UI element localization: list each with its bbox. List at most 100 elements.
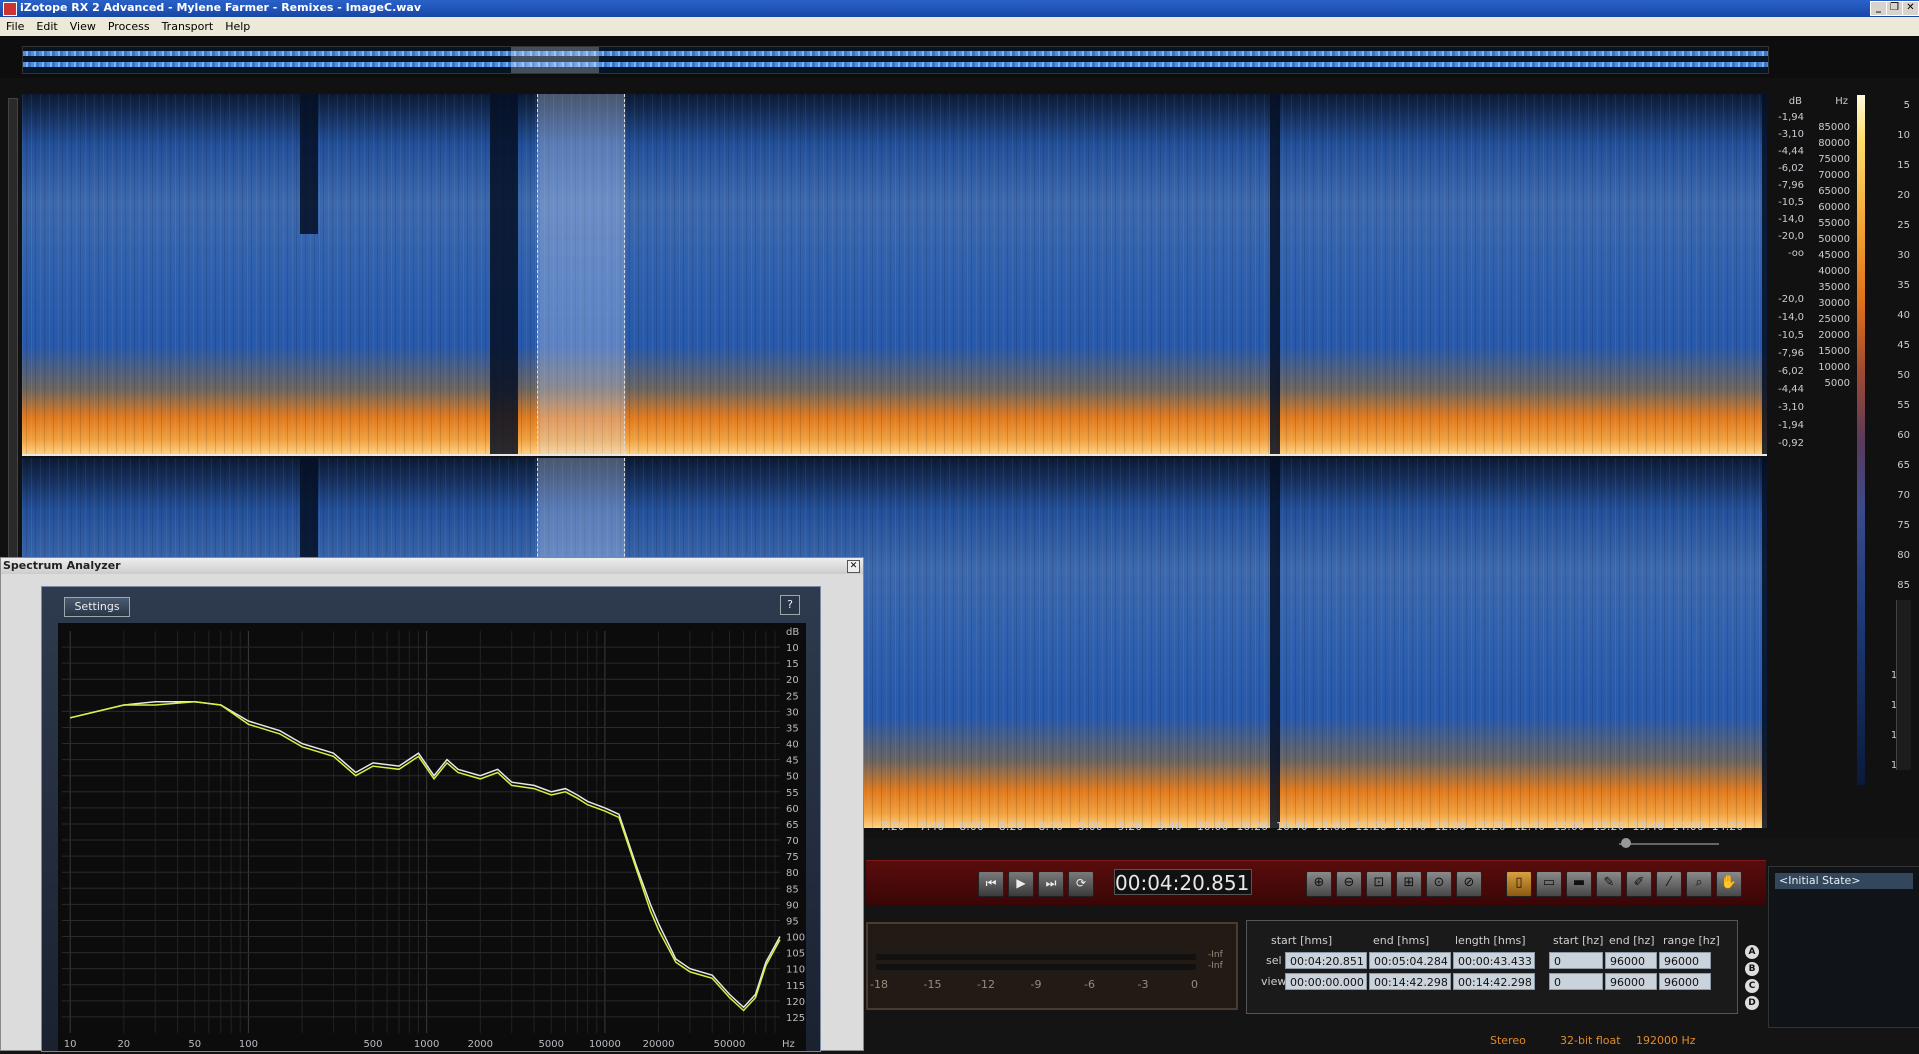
menu-process[interactable]: Process <box>102 17 156 34</box>
sel-length-field[interactable]: 00:00:43.433 <box>1453 952 1535 969</box>
frequency-scale-label: 25000 <box>1818 314 1850 325</box>
menu-view[interactable]: View <box>64 17 102 34</box>
view-start-field[interactable]: 00:00:00.000 <box>1285 973 1367 990</box>
y-tick-label: 55 <box>786 788 799 799</box>
view-start-hz-field[interactable]: 0 <box>1549 973 1603 990</box>
y-tick-label: 105 <box>786 949 805 960</box>
time-ruler-label: 7:40 <box>919 820 945 833</box>
snapshot-c-button[interactable]: C <box>1745 979 1759 993</box>
spectrum-analyzer-panel: Settings ? 10 15 20 25 30 35 40 45 50 55 60 65 70 75 8… <box>41 586 821 1052</box>
y-tick-label: 65 <box>786 820 799 831</box>
meter-bar-left <box>876 954 1196 960</box>
harmonic-tool-icon[interactable]: ⁄ <box>1656 871 1682 897</box>
snapshot-a-button[interactable]: A <box>1745 945 1759 959</box>
spectrum-analyzer-title[interactable]: Spectrum Analyzer <box>1 558 863 574</box>
hand-tool-icon[interactable]: ✋ <box>1716 871 1742 897</box>
close-button[interactable]: ✕ <box>1902 1 1919 16</box>
snapshot-d-button[interactable]: D <box>1745 996 1759 1010</box>
horizontal-zoom-slider[interactable] <box>1605 838 1735 850</box>
loop-button[interactable]: ⟳ <box>1068 871 1094 897</box>
vertical-zoom-slider[interactable] <box>1896 600 1911 770</box>
magnify-tool-icon[interactable]: ⌕ <box>1686 871 1712 897</box>
color-scale-label: 75 <box>1897 520 1910 531</box>
meter-scale-label: -6 <box>1084 978 1095 991</box>
y-tick-label: 110 <box>786 965 805 976</box>
status-channels: Stereo <box>1490 1034 1526 1047</box>
zoom-vertical-icon[interactable]: ⊙ <box>1426 871 1452 897</box>
skip-back-button[interactable]: ⏮ <box>978 871 1004 897</box>
meter-scale-label: -9 <box>1030 978 1042 991</box>
frequency-scale-label: 5000 <box>1824 378 1850 389</box>
lasso-tool-icon[interactable]: ✎ <box>1596 871 1622 897</box>
spectrum-plot[interactable]: 10 15 20 25 30 35 40 45 50 55 60 65 70 75 80 85 90 95 100 1… <box>58 623 806 1051</box>
frequency-scale-label: 35000 <box>1818 282 1850 293</box>
time-select-tool-icon[interactable]: ▯ <box>1506 871 1532 897</box>
view-range-hz-field[interactable]: 96000 <box>1659 973 1711 990</box>
brush-tool-icon[interactable]: ✐ <box>1626 871 1652 897</box>
zoom-selection-icon[interactable]: ⊡ <box>1366 871 1392 897</box>
color-scale-label: 5 <box>1903 100 1910 111</box>
close-icon[interactable]: ✕ <box>847 560 860 573</box>
spectrogram-gap <box>1762 94 1767 454</box>
color-scale-label: 55 <box>1897 400 1910 411</box>
x-tick-label: 50 <box>188 1039 201 1050</box>
view-end-field[interactable]: 00:14:42.298 <box>1369 973 1451 990</box>
zoom-slider-track <box>1619 843 1719 845</box>
spectrogram-selection[interactable] <box>537 94 625 454</box>
zoom-slider-thumb[interactable] <box>1621 838 1631 848</box>
sel-end-hz-field[interactable]: 96000 <box>1605 952 1657 969</box>
sel-start-hz-field[interactable]: 0 <box>1549 952 1603 969</box>
color-scale-label: 40 <box>1897 310 1910 321</box>
menu-edit[interactable]: Edit <box>30 17 63 34</box>
view-end-hz-field[interactable]: 96000 <box>1605 973 1657 990</box>
x-axis-unit: Hz <box>782 1039 795 1050</box>
header-end-hz: end [hz] <box>1609 934 1655 947</box>
restore-button[interactable]: ❐ <box>1886 1 1903 16</box>
play-selection-button[interactable]: ⏭ <box>1038 871 1064 897</box>
x-tick-label: 1000 <box>414 1039 439 1050</box>
menu-file[interactable]: File <box>0 17 30 34</box>
spectrogram-gap <box>490 94 518 454</box>
play-button[interactable]: ▶ <box>1008 871 1034 897</box>
meter-readout-right: -Inf <box>1208 961 1223 971</box>
zoom-reset-icon[interactable]: ⊘ <box>1456 871 1482 897</box>
zoom-fit-icon[interactable]: ⊞ <box>1396 871 1422 897</box>
settings-button[interactable]: Settings <box>64 597 130 617</box>
x-tick-label: 500 <box>363 1039 382 1050</box>
header-range-hz: range [hz] <box>1663 934 1720 947</box>
color-scale-label: 30 <box>1897 250 1910 261</box>
time-ruler-label: 8:40 <box>1038 820 1064 833</box>
minimize-button[interactable]: _ <box>1870 1 1887 16</box>
waveform-overview[interactable] <box>0 36 1919 78</box>
status-format: 32-bit float <box>1560 1034 1621 1047</box>
spectrogram-channel-left[interactable] <box>22 94 1767 454</box>
overview-track[interactable] <box>22 46 1769 74</box>
time-ruler[interactable]: 7:20 7:40 8:00 8:20 8:40 9:00 9:20 9:40 10:00 10:… <box>868 818 1768 836</box>
frequency-scale-label: 80000 <box>1818 138 1850 149</box>
view-length-field[interactable]: 00:14:42.298 <box>1453 973 1535 990</box>
frequency-scale-label: 75000 <box>1818 154 1850 165</box>
snapshot-b-button[interactable]: B <box>1745 962 1759 976</box>
spectrum-chart: 10 15 20 25 30 35 40 45 50 55 60 65 70 75 80 85 90 95 100 1… <box>62 627 805 1050</box>
y-tick-label: 75 <box>786 852 799 863</box>
zoom-out-icon[interactable]: ⊖ <box>1336 871 1362 897</box>
freq-select-tool-icon[interactable]: ▬ <box>1566 871 1592 897</box>
rect-select-tool-icon[interactable]: ▭ <box>1536 871 1562 897</box>
color-scale-label: 65 <box>1897 460 1910 471</box>
time-ruler-label: 11:20 <box>1355 820 1387 833</box>
sel-start-field[interactable]: 00:04:20.851 <box>1285 952 1367 969</box>
y-tick-label: 80 <box>786 868 799 879</box>
menu-help[interactable]: Help <box>219 17 256 34</box>
sel-range-hz-field[interactable]: 96000 <box>1659 952 1711 969</box>
history-item[interactable]: <Initial State> <box>1775 873 1913 889</box>
color-scale-label: 15 <box>1897 160 1910 171</box>
meter-scale-label: -18 <box>870 978 888 991</box>
menu-transport[interactable]: Transport <box>156 17 220 34</box>
frequency-scale-label: 65000 <box>1818 186 1850 197</box>
zoom-in-icon[interactable]: ⊕ <box>1306 871 1332 897</box>
sel-end-field[interactable]: 00:05:04.284 <box>1369 952 1451 969</box>
y-tick-label: 50 <box>786 772 799 783</box>
overview-selection[interactable] <box>511 47 599 73</box>
help-button[interactable]: ? <box>780 595 800 615</box>
x-tick-label: 50000 <box>714 1039 746 1050</box>
